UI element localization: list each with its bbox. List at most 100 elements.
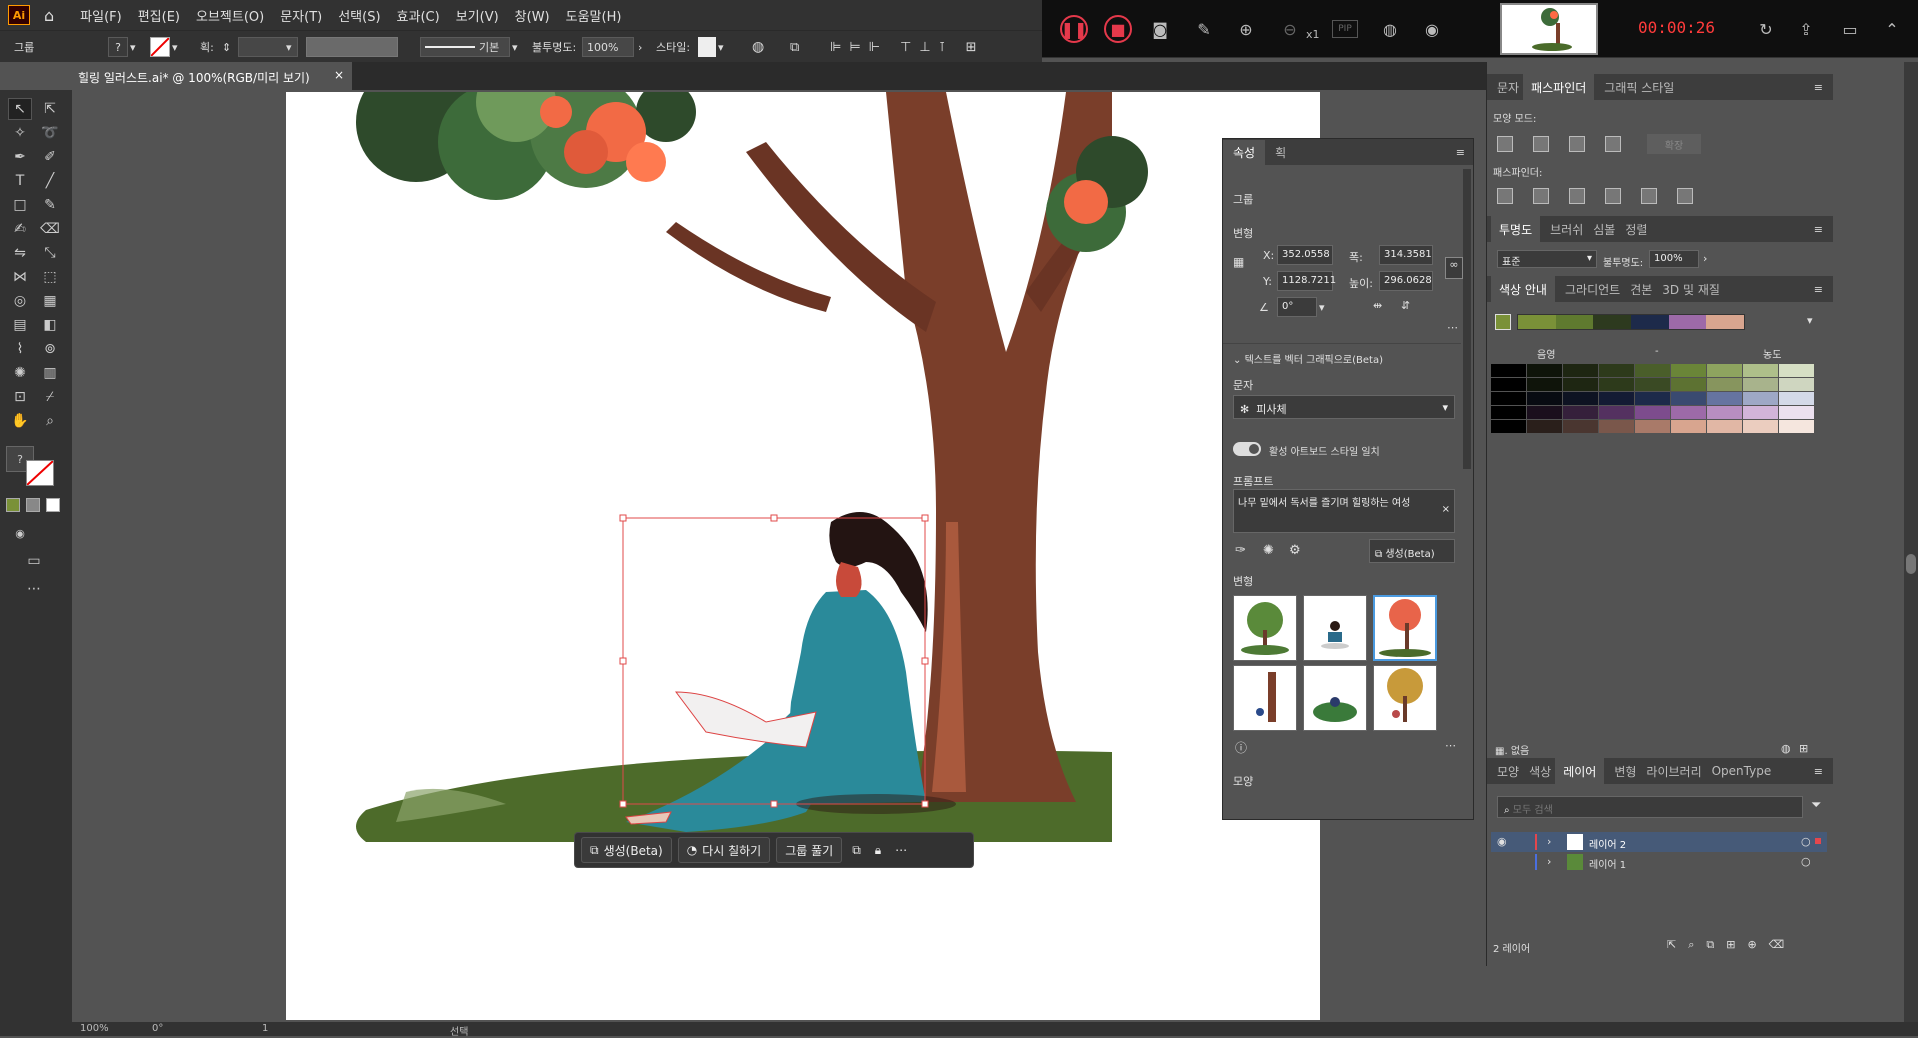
resize-handle[interactable]	[921, 514, 929, 522]
variation-thumbnail[interactable]	[1373, 665, 1437, 731]
paintbrush-icon[interactable]: ✎	[38, 194, 62, 216]
link-icon[interactable]: ∞	[1445, 257, 1463, 279]
color-variation-cell[interactable]	[1743, 406, 1778, 419]
minus-front-icon[interactable]	[1533, 136, 1549, 152]
unite-icon[interactable]	[1497, 136, 1513, 152]
angle-input[interactable]: 0°	[1277, 297, 1317, 317]
color-variation-cell[interactable]	[1563, 406, 1598, 419]
chevron-down-icon[interactable]: ▾	[130, 37, 136, 57]
width-tool-icon[interactable]: ⋈	[8, 266, 32, 288]
stroke-swatch[interactable]	[150, 37, 170, 57]
color-variation-cell[interactable]	[1779, 420, 1814, 433]
harmony-swatch[interactable]	[1668, 315, 1707, 329]
divide-icon[interactable]	[1497, 188, 1513, 204]
collapse-icon[interactable]: ⌃	[1878, 15, 1906, 43]
menu-file[interactable]: 파일(F)	[80, 6, 122, 25]
menu-view[interactable]: 보기(V)	[456, 6, 499, 25]
color-variation-cell[interactable]	[1779, 364, 1814, 377]
more-options-icon[interactable]: ⋯	[1447, 321, 1458, 334]
reflect-tool-icon[interactable]: ⇋	[8, 242, 32, 264]
menu-type[interactable]: 문자(T)	[280, 6, 322, 25]
style-swatch[interactable]	[698, 37, 716, 57]
menu-window[interactable]: 창(W)	[515, 6, 550, 25]
merge-icon[interactable]	[1569, 188, 1585, 204]
harmony-swatch[interactable]	[1706, 315, 1745, 329]
color-variation-cell[interactable]	[1563, 364, 1598, 377]
free-transform-icon[interactable]: ⬚	[38, 266, 62, 288]
swatch-library-icon[interactable]: ▦. 없음	[1495, 742, 1529, 757]
tab-appearance[interactable]: 모양	[1497, 763, 1519, 780]
exclude-icon[interactable]	[1605, 136, 1621, 152]
tab-swatches[interactable]: 견본	[1630, 281, 1652, 298]
tab-align[interactable]: 정렬	[1625, 221, 1647, 238]
home-icon[interactable]: ⌂	[44, 6, 54, 25]
color-variation-cell[interactable]	[1635, 364, 1670, 377]
tab-character[interactable]: 문자	[1497, 79, 1519, 96]
panel-menu-icon[interactable]: ≡	[1814, 223, 1823, 236]
pause-icon[interactable]: ❚❚	[1060, 15, 1088, 43]
color-variation-cell[interactable]	[1707, 406, 1742, 419]
color-variation-cell[interactable]	[1707, 392, 1742, 405]
variation-thumbnail[interactable]	[1233, 665, 1297, 731]
save-colors-icon[interactable]: ⊞	[1799, 742, 1808, 755]
stop-icon[interactable]: ■	[1104, 15, 1132, 43]
layer-name[interactable]: 레이어 2	[1589, 836, 1626, 851]
rotation-value[interactable]: 0°	[152, 1023, 163, 1034]
color-variation-cell[interactable]	[1563, 420, 1598, 433]
line-tool-icon[interactable]: ╱	[38, 170, 62, 192]
color-variation-grid[interactable]	[1491, 364, 1827, 438]
chevron-down-icon[interactable]: ▾	[286, 37, 292, 57]
color-variation-cell[interactable]	[1491, 364, 1526, 377]
harmony-swatch[interactable]	[1631, 315, 1669, 329]
menu-help[interactable]: 도움말(H)	[566, 6, 622, 25]
screen-mode-icon[interactable]: ▭	[22, 550, 46, 572]
rectangle-tool-icon[interactable]: □	[8, 194, 32, 216]
flip-vertical-icon[interactable]: ⇵	[1401, 299, 1410, 312]
shaper-tool-icon[interactable]: ✍	[8, 218, 32, 240]
gradient-tool-icon[interactable]: ◧	[38, 314, 62, 336]
text-to-vector-header[interactable]: ⌄ 텍스트를 벡터 그래픽으로(Beta)	[1233, 351, 1383, 366]
variation-thumbnail[interactable]	[1303, 595, 1367, 661]
type-select[interactable]: ✻ 피사체 ▾	[1233, 395, 1455, 419]
color-variation-cell[interactable]	[1707, 378, 1742, 391]
document-tab[interactable]: 힐링 일러스트.ai* @ 100%(RGB/미리 보기) ×	[70, 62, 352, 90]
tab-stroke[interactable]: 획	[1265, 140, 1296, 165]
color-variation-cell[interactable]	[1491, 378, 1526, 391]
harmony-rule-strip[interactable]	[1517, 314, 1745, 330]
layer-row[interactable]: › 레이어 1 ○	[1491, 852, 1827, 872]
panel-scrollbar[interactable]	[1463, 169, 1471, 469]
tab-symbols[interactable]: 심볼	[1593, 221, 1615, 238]
clear-icon[interactable]: ×	[1442, 504, 1450, 515]
illustration[interactable]	[286, 62, 1320, 1020]
variation-thumbnail-selected[interactable]	[1373, 595, 1437, 661]
flip-horizontal-icon[interactable]: ⇹	[1373, 299, 1382, 312]
y-input[interactable]: 1128.7211	[1277, 271, 1336, 291]
chevron-right-icon[interactable]: ›	[638, 37, 642, 57]
base-color-swatch[interactable]	[1495, 314, 1511, 330]
crop-icon[interactable]	[1605, 188, 1621, 204]
prompt-textarea[interactable]: 나무 밑에서 독서를 즐기며 힐링하는 여성 ×	[1233, 489, 1455, 533]
symbol-sprayer-icon[interactable]: ✺	[8, 362, 32, 384]
chevron-down-icon[interactable]: ▾	[1807, 314, 1813, 327]
scale-tool-icon[interactable]: ⤡	[38, 242, 62, 264]
eraser-icon[interactable]: ⌫	[38, 218, 62, 240]
menu-select[interactable]: 선택(S)	[338, 6, 380, 25]
match-style-toggle[interactable]	[1233, 442, 1261, 456]
resize-handle[interactable]	[619, 657, 627, 665]
transform-icon[interactable]: ⧉	[790, 37, 799, 57]
color-variation-cell[interactable]	[1491, 420, 1526, 433]
canvas-vertical-scrollbar[interactable]	[1904, 62, 1918, 1022]
harmony-swatch[interactable]	[1593, 315, 1632, 329]
color-variation-cell[interactable]	[1599, 392, 1634, 405]
chevron-down-icon[interactable]: ▾	[718, 37, 724, 57]
pen-tool-icon[interactable]: ✒	[8, 146, 32, 168]
resize-handle[interactable]	[619, 800, 627, 808]
color-variation-cell[interactable]	[1527, 378, 1562, 391]
color-mode-gradient[interactable]	[26, 498, 40, 512]
tab-gradient[interactable]: 그라디언트	[1565, 281, 1620, 298]
page-number[interactable]: 1	[262, 1023, 268, 1034]
brush-definition[interactable]: 기본	[420, 37, 510, 57]
color-variation-cell[interactable]	[1671, 378, 1706, 391]
color-variation-cell[interactable]	[1491, 392, 1526, 405]
minus-back-icon[interactable]	[1677, 188, 1693, 204]
